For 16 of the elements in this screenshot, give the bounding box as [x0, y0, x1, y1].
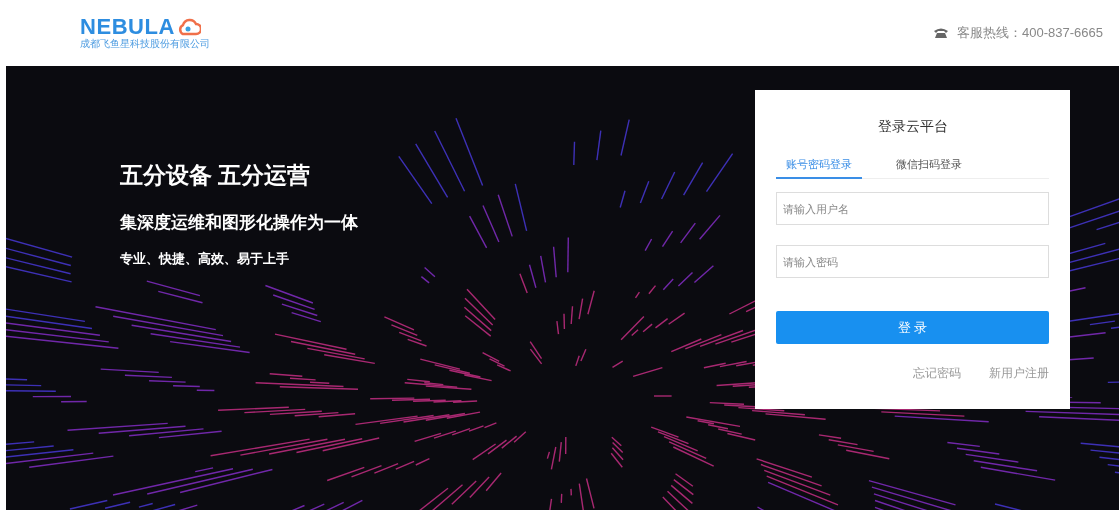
- phone-icon: [933, 27, 950, 39]
- login-button[interactable]: 登 录: [776, 311, 1049, 344]
- hero-subtitle: 集深度运维和图形化操作为一体: [120, 211, 358, 234]
- login-title: 登录云平台: [877, 117, 948, 136]
- login-tab[interactable]: 微信扫码登录: [886, 151, 972, 179]
- login-tab[interactable]: 账号密码登录: [776, 151, 862, 179]
- hotline-text: 客服热线：400-837-6665: [957, 24, 1103, 43]
- hero-tagline: 专业、快捷、高效、易于上手: [120, 250, 290, 268]
- hero-title: 五分设备 五分运营: [120, 161, 312, 190]
- cloud-icon: [176, 18, 201, 36]
- logo-text: NEBULA: [80, 16, 175, 38]
- username-field[interactable]: 请输入用户名: [776, 192, 1049, 225]
- register-link[interactable]: 新用户注册: [989, 364, 1049, 382]
- company-name: 成都飞鱼星科技股份有限公司: [80, 38, 210, 50]
- forgot-password-link[interactable]: 忘记密码: [913, 364, 961, 382]
- password-field[interactable]: 请输入密码: [776, 245, 1049, 278]
